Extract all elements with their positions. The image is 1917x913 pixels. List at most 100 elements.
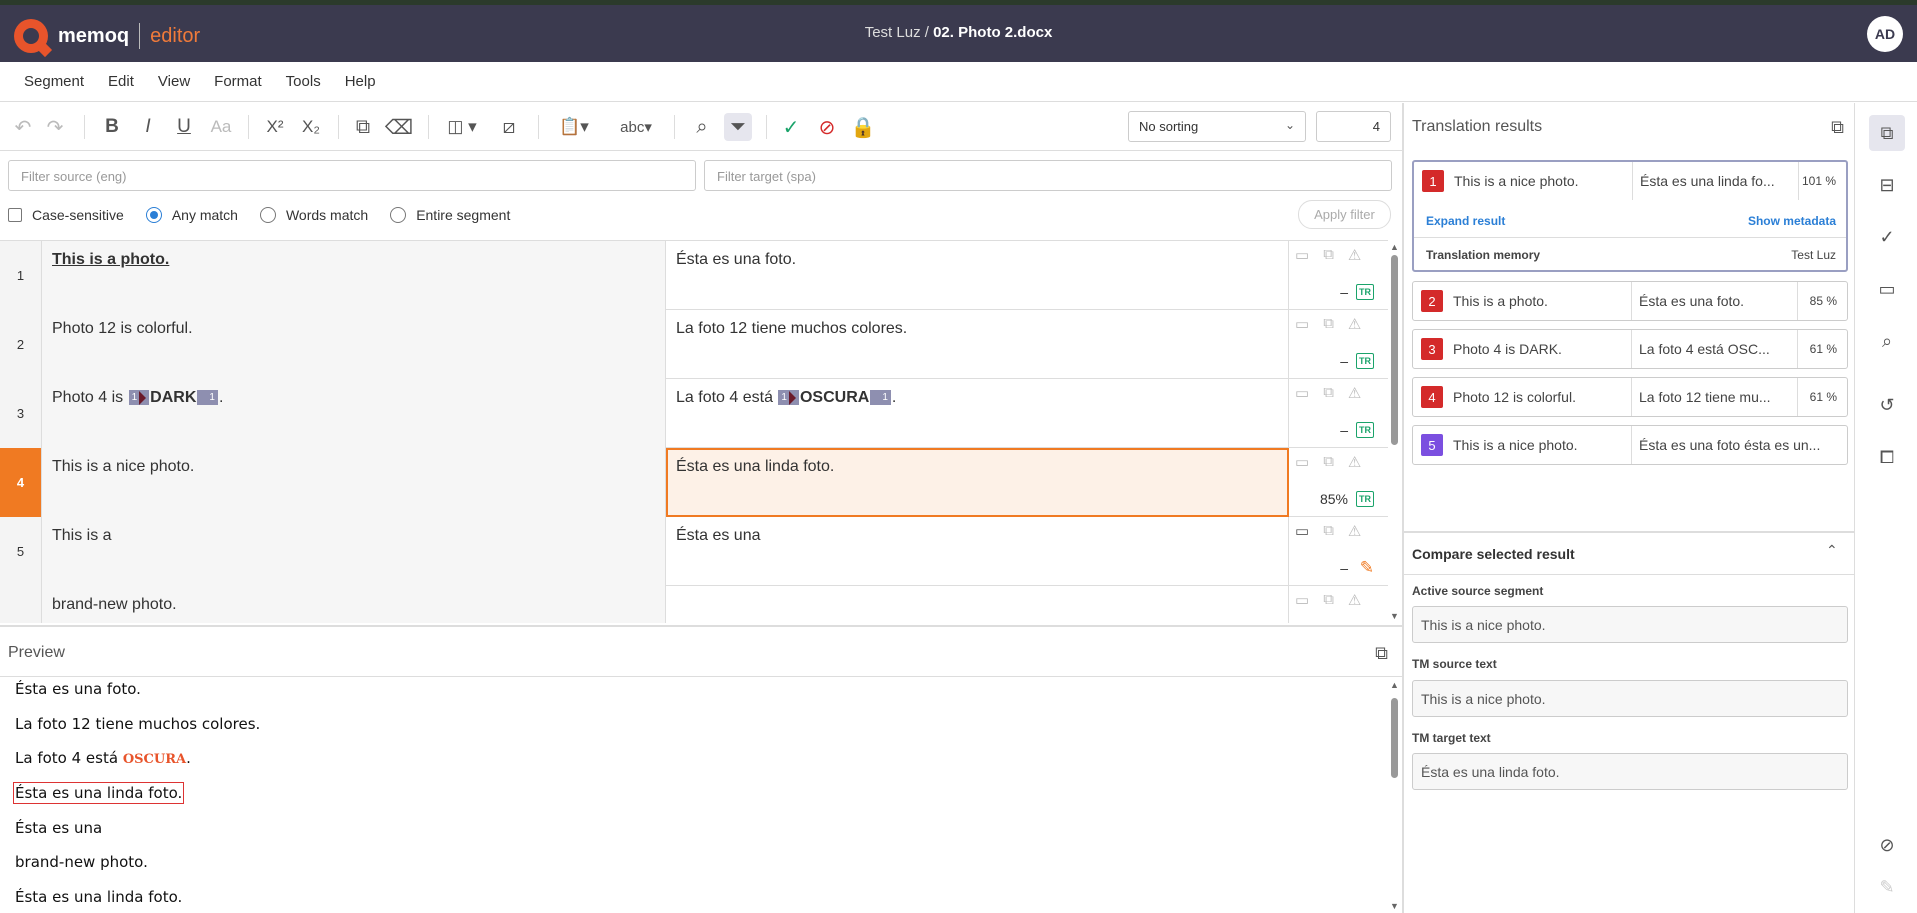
target-cell[interactable]: La foto 12 tiene muchos colores. <box>666 310 1289 379</box>
translation-result-item[interactable]: 2 This is a photo. Ésta es una foto. 85 … <box>1412 281 1848 321</box>
comment-icon[interactable]: ▭ <box>1295 453 1309 471</box>
menu-format[interactable]: Format <box>202 73 274 90</box>
target-cell[interactable]: Ésta es una <box>666 517 1289 586</box>
tags-dropdown-icon[interactable]: ◫ ▾ <box>440 113 484 141</box>
source-cell[interactable]: This is a photo. <box>42 241 666 310</box>
concordance-icon[interactable]: ⊟ <box>1869 167 1905 203</box>
show-metadata-link[interactable]: Show metadata <box>1748 214 1836 228</box>
segment-row[interactable]: 5 This is a Ésta es una ▭ ⧉ ⚠ – ✎ <box>0 517 1388 586</box>
project-name[interactable]: Test Luz <box>865 24 921 41</box>
preview-line[interactable]: Ésta es una linda foto. <box>15 888 182 906</box>
scroll-up-icon[interactable]: ▲ <box>1390 242 1399 252</box>
segment-number-input[interactable]: 4 <box>1316 111 1391 142</box>
confirm-icon[interactable]: ✓ <box>778 113 804 141</box>
hide-icon[interactable]: ⊘ <box>1869 827 1905 863</box>
target-cell[interactable] <box>666 586 1289 623</box>
apply-filter-button[interactable]: Apply filter <box>1298 200 1391 229</box>
menu-help[interactable]: Help <box>333 73 388 90</box>
preview-line-current[interactable]: Ésta es una linda foto. <box>13 782 185 804</box>
close-tag[interactable]: 1 <box>197 390 218 406</box>
segment-row[interactable]: 6 brand-new photo. ▭ ⧉ ⚠ <box>0 586 1388 623</box>
copy-source-icon[interactable]: ⧉ <box>350 113 376 141</box>
edit-disabled-icon[interactable]: ✎ <box>1869 869 1905 905</box>
subscript-icon[interactable]: X₂ <box>298 113 324 141</box>
scroll-down-icon[interactable]: ▼ <box>1390 611 1399 621</box>
case-sensitive-checkbox[interactable] <box>8 208 22 222</box>
preview-line[interactable]: La foto 12 tiene muchos colores. <box>15 715 260 733</box>
segment-row[interactable]: 2 Photo 12 is colorful. La foto 12 tiene… <box>0 310 1388 379</box>
user-avatar[interactable]: AD <box>1867 16 1903 52</box>
words-match-radio[interactable] <box>259 207 276 223</box>
comment-icon[interactable]: ▭ <box>1295 522 1309 540</box>
panel-divider[interactable] <box>1404 531 1854 533</box>
comment-icon[interactable]: ▭ <box>1295 384 1309 402</box>
redo-icon[interactable]: ↷ <box>44 113 66 141</box>
translation-result-item[interactable]: 1 This is a nice photo. Ésta es una lind… <box>1412 160 1848 272</box>
panel-divider[interactable] <box>1402 103 1404 913</box>
grid-scrollbar[interactable]: ▲ ▼ <box>1388 240 1402 623</box>
superscript-icon[interactable]: X² <box>262 113 288 141</box>
segment-row[interactable]: 3 Photo 4 is 1 DARK 1. La foto 4 está 1 OSC… <box>0 379 1388 448</box>
track-changes-icon[interactable]: ⧉ <box>1323 315 1334 333</box>
clipboard-dropdown-icon[interactable]: 📋▾ <box>552 113 596 141</box>
italic-icon[interactable]: I <box>136 113 160 141</box>
preview-line[interactable]: brand-new photo. <box>15 853 148 871</box>
history-icon[interactable]: ↺ <box>1869 387 1905 423</box>
target-filter-input[interactable]: Filter target (spa) <box>704 160 1392 191</box>
comment-icon[interactable]: ▭ <box>1295 591 1309 609</box>
spellcheck-dropdown-icon[interactable]: abc▾ <box>612 113 660 141</box>
chevron-up-icon[interactable]: ⌃ <box>1826 542 1838 559</box>
chat-icon[interactable]: ⧠ <box>1869 439 1905 475</box>
warning-icon[interactable]: ⚠ <box>1348 246 1361 264</box>
preview-line[interactable]: Ésta es una <box>15 819 102 837</box>
segment-row[interactable]: 1 This is a photo. Ésta es una foto. ▭ ⧉ ⚠… <box>0 241 1388 310</box>
source-cell[interactable]: Photo 4 is 1 DARK 1. <box>42 379 666 448</box>
bold-icon[interactable]: B <box>100 113 124 141</box>
target-cell-editing[interactable]: Ésta es una linda foto. <box>666 448 1289 517</box>
underline-icon[interactable]: U <box>172 113 196 141</box>
case-sensitive-option[interactable]: Case-sensitive <box>8 207 124 223</box>
menu-segment[interactable]: Segment <box>12 73 96 90</box>
preview-line[interactable]: La foto 4 está OSCURA. <box>15 749 191 767</box>
translation-result-item[interactable]: 5 This is a nice photo. Ésta es una foto… <box>1412 425 1848 465</box>
clear-formatting-icon[interactable]: ⌫ <box>385 113 413 141</box>
warning-icon[interactable]: ⚠ <box>1348 453 1361 471</box>
source-cell[interactable]: This is a <box>42 517 666 586</box>
segment-row-active[interactable]: 4 This is a nice photo. Ésta es una lind… <box>0 448 1388 517</box>
open-tag[interactable]: 1 <box>778 390 799 406</box>
preview-scrollbar[interactable]: ▲ ▼ <box>1388 678 1402 913</box>
translation-result-item[interactable]: 3 Photo 4 is DARK. La foto 4 está OSC...… <box>1412 329 1848 369</box>
track-changes-icon[interactable]: ⧉ <box>1323 453 1334 471</box>
comments-icon[interactable]: ▭ <box>1869 271 1905 307</box>
comment-icon[interactable]: ▭ <box>1295 246 1309 264</box>
track-changes-icon[interactable]: ⧉ <box>1323 246 1334 264</box>
warning-icon[interactable]: ⚠ <box>1348 591 1361 609</box>
popout-icon[interactable]: ⧉ <box>1831 117 1844 138</box>
comment-icon[interactable]: ▭ <box>1295 315 1309 333</box>
menu-edit[interactable]: Edit <box>96 73 146 90</box>
lookup-icon[interactable]: ⌕ <box>1869 323 1905 359</box>
words-match-option[interactable]: Words match <box>259 207 368 223</box>
scroll-up-icon[interactable]: ▲ <box>1390 680 1399 690</box>
translation-results-icon[interactable]: ⧉ <box>1869 115 1905 151</box>
menu-tools[interactable]: Tools <box>274 73 333 90</box>
source-cell[interactable]: Photo 12 is colorful. <box>42 310 666 379</box>
any-match-option[interactable]: Any match <box>145 207 238 223</box>
lock-icon[interactable]: 🔒 <box>850 113 876 141</box>
close-tag[interactable]: 1 <box>870 390 891 406</box>
scroll-thumb[interactable] <box>1391 698 1398 778</box>
source-cell[interactable]: This is a nice photo. <box>42 448 666 517</box>
popout-icon[interactable]: ⧉ <box>1375 643 1388 664</box>
sorting-select[interactable]: No sorting ⌄ <box>1128 111 1306 142</box>
warning-icon[interactable]: ⚠ <box>1348 315 1361 333</box>
source-filter-input[interactable]: Filter source (eng) <box>8 160 696 191</box>
case-icon[interactable]: Aa <box>208 113 234 141</box>
track-changes-icon[interactable]: ⧉ <box>1323 522 1334 540</box>
scroll-down-icon[interactable]: ▼ <box>1390 901 1399 911</box>
warning-icon[interactable]: ⚠ <box>1348 522 1361 540</box>
insert-tag-icon[interactable]: ⧄ <box>496 113 522 141</box>
scroll-thumb[interactable] <box>1391 255 1398 445</box>
warning-icon[interactable]: ⚠ <box>1348 384 1361 402</box>
menu-view[interactable]: View <box>146 73 202 90</box>
expand-result-link[interactable]: Expand result <box>1426 214 1505 228</box>
